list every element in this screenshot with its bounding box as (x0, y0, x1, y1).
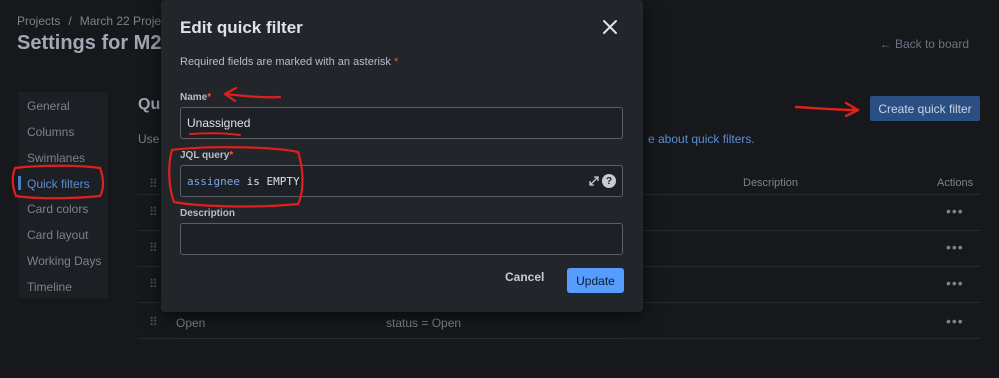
sidebar-item-swimlanes[interactable]: Swimlanes (27, 151, 85, 165)
breadcrumb: Projects / March 22 Project (17, 14, 171, 28)
sidebar-item-general[interactable]: General (27, 99, 70, 113)
annotation-arrow-to-create (794, 101, 860, 118)
breadcrumb-project[interactable]: March 22 Project (80, 14, 171, 28)
page-title: Settings for M2P (17, 32, 175, 54)
active-item-marker (18, 176, 21, 190)
jql-operator-token: is (246, 175, 260, 188)
settings-sidebar: General Columns Swimlanes Quick filters … (18, 92, 108, 298)
drag-handle-icon[interactable]: ⠿ (149, 205, 158, 219)
drag-handle-icon[interactable]: ⠿ (149, 277, 158, 291)
name-field-value: Unassigned (187, 116, 251, 130)
more-actions-icon[interactable]: ••• (946, 313, 964, 329)
sidebar-item-timeline[interactable]: Timeline (27, 280, 72, 294)
description-field[interactable] (180, 223, 623, 255)
table-row-name: Open (176, 316, 206, 330)
intro-text: Use (138, 132, 160, 146)
cancel-button[interactable]: Cancel (505, 270, 544, 284)
sidebar-item-card-colors[interactable]: Card colors (27, 202, 88, 216)
jql-field-token: assignee (187, 175, 240, 188)
learn-more-link[interactable]: e about quick filters. (648, 132, 755, 146)
required-fields-note: Required fields are marked with an aster… (180, 56, 399, 68)
edit-quick-filter-dialog: Edit quick filter Required fields are ma… (161, 0, 643, 312)
update-button[interactable]: Update (567, 268, 624, 293)
sidebar-item-columns[interactable]: Columns (27, 125, 74, 139)
breadcrumb-projects[interactable]: Projects (17, 14, 60, 28)
drag-handle-icon: ⠿ (149, 177, 158, 191)
jql-value-token: EMPTY (266, 175, 300, 188)
table-row-query: status = Open (386, 316, 462, 330)
column-header-description: Description (743, 177, 799, 189)
jql-query-field[interactable]: assignee is EMPTY ? (180, 165, 623, 197)
name-label: Name* (180, 92, 212, 103)
sidebar-item-quick-filters[interactable]: Quick filters (27, 177, 90, 191)
page: Projects / March 22 Project Settings for M… (0, 0, 999, 378)
more-actions-icon[interactable]: ••• (946, 203, 964, 219)
jql-query-value: assignee is EMPTY (187, 175, 300, 188)
dialog-title: Edit quick filter (180, 18, 303, 37)
more-actions-icon[interactable]: ••• (946, 239, 964, 255)
more-actions-icon[interactable]: ••• (946, 275, 964, 291)
back-to-board-link[interactable]: ← Back to board (880, 37, 969, 51)
sidebar-item-card-layout[interactable]: Card layout (27, 228, 88, 242)
description-label: Description (180, 208, 236, 219)
sidebar-item-working-days[interactable]: Working Days (27, 254, 101, 268)
section-title: Qu (138, 96, 161, 113)
create-quick-filter-button[interactable]: Create quick filter (870, 96, 980, 121)
drag-handle-icon[interactable]: ⠿ (149, 315, 158, 329)
expand-icon[interactable] (588, 175, 600, 187)
help-icon[interactable]: ? (602, 174, 616, 188)
close-icon[interactable] (599, 16, 621, 38)
name-field[interactable]: Unassigned (180, 107, 623, 139)
table-divider (138, 338, 980, 339)
column-header-actions: Actions (937, 177, 974, 189)
jql-query-label: JQL query* (180, 150, 234, 161)
drag-handle-icon[interactable]: ⠿ (149, 241, 158, 255)
